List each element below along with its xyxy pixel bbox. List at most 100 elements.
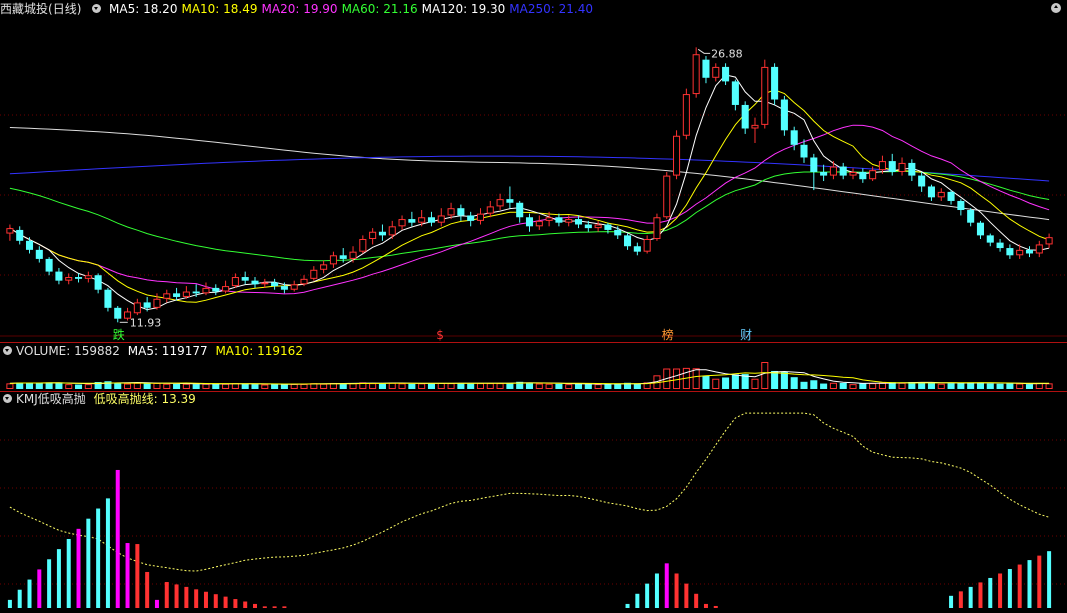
volume-bar <box>947 383 955 389</box>
candle-body <box>663 175 671 218</box>
kmj-histogram-bar <box>164 582 169 608</box>
candle-body <box>251 280 259 285</box>
kmj-histogram-bar <box>1017 564 1022 608</box>
volume-bar <box>378 383 386 389</box>
volume-bar <box>271 384 279 389</box>
candle-body <box>682 94 690 136</box>
candle-body <box>1016 249 1024 256</box>
volume-bar <box>1016 383 1024 389</box>
volume-bar <box>820 383 828 389</box>
candle-body <box>712 66 720 78</box>
kmj-histogram-bar <box>125 543 130 608</box>
volume-bar <box>692 368 700 390</box>
volume-bar <box>496 383 504 389</box>
candle-body <box>231 277 239 287</box>
kmj-histogram-bar <box>664 563 669 608</box>
kmj-histogram-bar <box>674 573 679 608</box>
volume-bar <box>231 383 239 389</box>
volume-bar <box>290 383 298 389</box>
volume-bar <box>6 383 14 390</box>
volume-bar <box>55 382 63 389</box>
volume-bar <box>535 383 543 389</box>
candle-body <box>418 217 426 223</box>
candle-body <box>790 130 798 145</box>
candle-body <box>437 215 445 223</box>
candle-body <box>310 269 318 279</box>
volume-bar <box>84 384 92 389</box>
candle-body <box>976 222 985 236</box>
volume-bar <box>1035 382 1043 390</box>
candle-body <box>222 286 230 292</box>
candle-body <box>692 54 700 95</box>
volume-bar <box>986 383 994 389</box>
low-price-label: 11.93 <box>130 316 162 329</box>
volume-bar <box>545 383 553 390</box>
kmj-histogram-bar <box>635 593 640 608</box>
kmj-histogram-bar <box>713 605 718 608</box>
volume-bar <box>467 383 475 389</box>
candle-body <box>427 217 435 223</box>
candle-body <box>359 238 367 252</box>
volume-ma10-line <box>9 372 1050 385</box>
volume-bar <box>35 382 43 389</box>
volume-bar <box>339 383 347 389</box>
volume-bar <box>182 383 190 390</box>
volume-bar <box>810 380 818 389</box>
volume-bar <box>124 383 132 389</box>
volume-bar <box>898 382 906 389</box>
candle-body <box>300 278 308 285</box>
volume-bar <box>427 383 435 389</box>
candle-body <box>829 166 837 176</box>
candle-body <box>94 275 102 290</box>
candle-body <box>986 235 994 243</box>
candle-body <box>1006 248 1014 256</box>
volume-bar <box>800 381 808 389</box>
volume-bar <box>212 384 220 389</box>
volume-bar <box>1045 383 1053 390</box>
kmj-line <box>9 412 1050 572</box>
candle-body <box>378 231 386 236</box>
volume-bar <box>457 383 465 389</box>
volume-bar <box>525 382 534 389</box>
candle-body <box>261 282 269 285</box>
candle-body <box>320 264 328 270</box>
candle-body <box>859 171 867 180</box>
candle-body <box>957 200 965 211</box>
volume-bar <box>614 383 622 389</box>
candle-body <box>212 287 220 292</box>
ma5-line <box>9 74 1050 311</box>
kmj-histogram-bar <box>1007 569 1012 608</box>
candle-body <box>290 284 298 290</box>
candle-body <box>780 99 788 131</box>
candle-body <box>653 217 661 239</box>
kmj-histogram-bar <box>949 595 954 608</box>
candle-body <box>143 302 151 308</box>
ma20-line <box>9 124 1050 295</box>
volume-bar <box>398 383 406 390</box>
volume-bar <box>633 383 641 389</box>
volume-bar <box>349 383 357 389</box>
kmj-histogram-bar <box>988 577 993 608</box>
event-marker: 跌 <box>113 327 125 342</box>
kmj-histogram-bar <box>1037 555 1042 608</box>
candle-body <box>55 271 63 281</box>
volume-ma5-line <box>9 369 1050 385</box>
kmj-histogram-bar <box>968 586 973 608</box>
candle-body <box>202 287 210 294</box>
volume-bar <box>1006 383 1014 389</box>
kmj-histogram-bar <box>703 603 708 608</box>
volume-bar <box>261 384 269 389</box>
chart-canvas[interactable]: 26.88 11.93 跌 $ 榜 财 <box>0 0 1067 613</box>
candle-body <box>800 144 808 158</box>
candle-body <box>918 175 926 187</box>
volume-bar <box>408 383 416 389</box>
kmj-histogram-bar <box>223 596 228 608</box>
candle-body <box>1035 244 1043 254</box>
candle-body <box>45 258 53 272</box>
volume-bar <box>574 383 583 389</box>
candle-body <box>369 231 377 239</box>
candle-body <box>1045 237 1053 245</box>
stock-chart-window[interactable]: 西藏城投(日线) MA5: 18.20 MA10: 18.49 MA20: 19.9… <box>0 0 1067 613</box>
candle-body <box>516 202 524 218</box>
candle-body <box>6 228 14 234</box>
